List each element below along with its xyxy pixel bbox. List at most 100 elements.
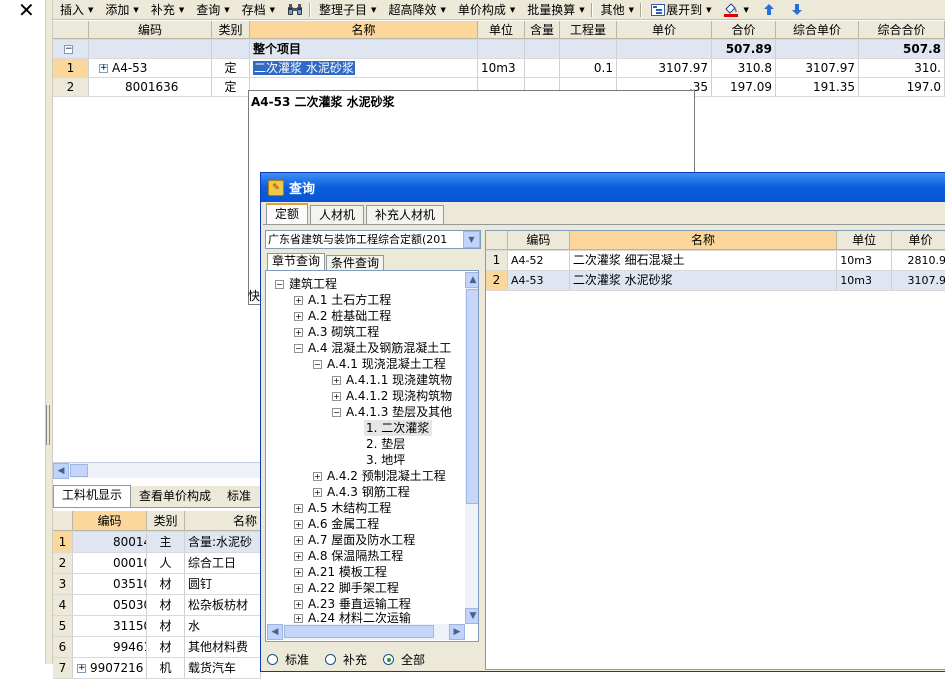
comp-total-cell[interactable]: 310. bbox=[859, 59, 945, 77]
move-up-button[interactable] bbox=[754, 1, 782, 19]
column-header-comprehensive-total[interactable]: 综合合价 bbox=[859, 21, 945, 39]
table-row[interactable]: 4 0503051 材 松杂板枋材 bbox=[53, 595, 261, 616]
table-row[interactable]: 6 9946131 材 其他材料费 bbox=[53, 637, 261, 658]
comp-price-cell[interactable]: 191.35 bbox=[776, 78, 859, 96]
tree-toggle-icon[interactable]: + bbox=[313, 472, 322, 481]
type-cell[interactable]: 定 bbox=[212, 78, 250, 96]
scroll-thumb[interactable] bbox=[284, 625, 434, 638]
unit-cell[interactable]: 10m3 bbox=[478, 59, 525, 77]
table-row[interactable]: 7 +9907216 机 载货汽车 bbox=[53, 658, 261, 679]
unit-cell[interactable]: 10m3 bbox=[837, 251, 893, 270]
type-cell[interactable]: 人 bbox=[147, 553, 185, 573]
expand-icon[interactable]: + bbox=[77, 664, 86, 673]
dialog-title-bar[interactable]: ✎ 查询 bbox=[261, 173, 945, 202]
tree-toggle-icon[interactable]: + bbox=[294, 614, 303, 623]
tree-node[interactable]: + A.4.2 预制混凝土工程 bbox=[313, 468, 446, 484]
name-cell[interactable]: 载货汽车 bbox=[185, 658, 261, 678]
quantity-cell[interactable]: 0.1 bbox=[560, 59, 617, 77]
column-header-code[interactable]: 编码 bbox=[507, 231, 570, 250]
tree-node[interactable]: − A.4 混凝土及钢筋混凝土工 bbox=[294, 340, 451, 356]
code-cell[interactable]: 8001491 bbox=[73, 532, 147, 552]
table-row[interactable]: 1 + A4-53 定 二次灌浆 水泥砂浆 10m3 0.1 3107.97 31… bbox=[53, 59, 945, 78]
tree-toggle-icon[interactable]: + bbox=[332, 392, 341, 401]
code-cell[interactable]: +9907216 bbox=[73, 658, 147, 678]
column-header-name[interactable]: 名称 bbox=[185, 511, 261, 531]
type-cell[interactable]: 材 bbox=[147, 616, 185, 636]
content-cell[interactable] bbox=[525, 59, 560, 77]
tab-quota[interactable]: 定额 bbox=[266, 203, 309, 225]
code-cell[interactable]: 8001636 bbox=[89, 78, 212, 96]
tree-toggle-icon[interactable]: + bbox=[294, 584, 303, 593]
panel-splitter[interactable] bbox=[45, 0, 53, 664]
table-row[interactable]: 1 8001491 主 含量:水泥砂 bbox=[53, 532, 261, 553]
tree-toggle-icon[interactable]: + bbox=[294, 504, 303, 513]
total-price-cell[interactable]: 197.09 bbox=[712, 78, 776, 96]
unit-price-cell[interactable]: 3107.97 bbox=[617, 59, 712, 77]
name-cell[interactable]: 综合工日 bbox=[185, 553, 261, 573]
type-cell[interactable]: 定 bbox=[212, 59, 250, 77]
tree-node[interactable]: − A.4.1.3 垫层及其他 bbox=[332, 404, 452, 420]
tree-node[interactable]: − 建筑工程 bbox=[275, 276, 337, 292]
tree-node[interactable]: + A.6 金属工程 bbox=[294, 516, 379, 532]
code-cell[interactable]: 0503051 bbox=[73, 595, 147, 615]
tree-vertical-scrollbar[interactable]: ▲ ▼ bbox=[465, 272, 478, 624]
expand-to-menu[interactable]: 展开到 ▼ bbox=[643, 1, 716, 19]
tree-toggle-icon[interactable]: + bbox=[294, 536, 303, 545]
table-row[interactable]: 1 A4-52 二次灌浆 细石混凝土 10m3 2810.9 bbox=[486, 251, 945, 271]
name-text-selected[interactable]: 二次灌浆 水泥砂浆 bbox=[253, 61, 355, 75]
close-icon[interactable]: ✕ bbox=[18, 0, 35, 22]
radio-dot[interactable] bbox=[325, 654, 337, 665]
tree-node[interactable]: + A.4.1.1 现浇建筑物 bbox=[332, 372, 452, 388]
tab-supplementary-resources[interactable]: 补充人材机 bbox=[366, 205, 445, 225]
radio-supplement[interactable]: 补充 bbox=[325, 651, 367, 668]
tree-node[interactable]: + A.21 模板工程 bbox=[294, 564, 387, 580]
table-row[interactable]: 3 0351021 材 圆钉 bbox=[53, 574, 261, 595]
column-header-type[interactable]: 类别 bbox=[147, 511, 185, 531]
code-cell[interactable]: 9946131 bbox=[73, 637, 147, 657]
tree-node[interactable]: + A.4.3 钢筋工程 bbox=[313, 484, 410, 500]
type-cell[interactable]: 主 bbox=[147, 532, 185, 552]
code-cell[interactable]: + A4-53 bbox=[89, 59, 212, 77]
quota-library-select[interactable]: 广东省建筑与装饰工程综合定额(201 bbox=[265, 230, 481, 249]
chevron-down-icon[interactable]: ▼ bbox=[463, 231, 480, 248]
tree-node[interactable]: + A.8 保温隔热工程 bbox=[294, 548, 403, 564]
code-cell[interactable]: A4-52 bbox=[508, 251, 570, 270]
batch-conversion-menu[interactable]: 批量换算 ▼ bbox=[520, 1, 589, 19]
insert-menu[interactable]: 插入 ▼ bbox=[53, 1, 98, 19]
column-header-code[interactable]: 编码 bbox=[73, 511, 147, 531]
tree-toggle-icon[interactable]: + bbox=[294, 520, 303, 529]
tree-node[interactable]: + A.7 屋面及防水工程 bbox=[294, 532, 415, 548]
scroll-right-icon[interactable]: ▶ bbox=[449, 624, 465, 640]
type-cell[interactable]: 机 bbox=[147, 658, 185, 678]
name-cell[interactable]: 水 bbox=[185, 616, 261, 636]
summary-row[interactable]: − 整个项目 507.89 507.8 bbox=[53, 40, 945, 59]
tree-node[interactable]: + A.22 脚手架工程 bbox=[294, 580, 399, 596]
column-header-content[interactable]: 含量 bbox=[525, 21, 560, 39]
splitter-grip[interactable] bbox=[46, 405, 50, 445]
tree-toggle-icon[interactable]: + bbox=[294, 328, 303, 337]
type-cell[interactable]: 材 bbox=[147, 574, 185, 594]
tree-node[interactable]: + A.4.1.2 现浇构筑物 bbox=[332, 388, 452, 404]
tree-toggle-icon[interactable]: − bbox=[275, 280, 284, 289]
unit-cell[interactable]: 10m3 bbox=[837, 271, 893, 290]
table-row[interactable]: 2 0001001 人 综合工日 bbox=[53, 553, 261, 574]
code-cell[interactable]: A4-53 bbox=[507, 271, 570, 290]
type-cell[interactable]: 材 bbox=[147, 595, 185, 615]
radio-all[interactable]: 全部 bbox=[383, 651, 425, 668]
column-header-unit[interactable]: 单位 bbox=[837, 231, 893, 250]
tab-condition-query[interactable]: 条件查询 bbox=[326, 255, 385, 271]
column-header-name[interactable]: 名称 bbox=[250, 21, 478, 39]
column-header-quantity[interactable]: 工程量 bbox=[560, 21, 617, 39]
move-down-button[interactable] bbox=[782, 1, 810, 19]
unit-price-cell[interactable]: 3107.9 bbox=[892, 271, 945, 290]
tree-horizontal-scrollbar[interactable]: ◀ ▶ bbox=[267, 624, 465, 640]
collapse-icon[interactable]: − bbox=[64, 45, 73, 54]
tab-standard[interactable]: 标准 bbox=[219, 487, 259, 507]
type-cell[interactable]: 材 bbox=[147, 637, 185, 657]
name-cell[interactable]: 二次灌浆 水泥砂浆 bbox=[250, 59, 478, 77]
radio-standard[interactable]: 标准 bbox=[267, 651, 309, 668]
scroll-thumb[interactable] bbox=[70, 464, 88, 477]
column-header-total-price[interactable]: 合价 bbox=[712, 21, 776, 39]
archive-menu[interactable]: 存档 ▼ bbox=[235, 1, 280, 19]
tree-toggle-icon[interactable]: + bbox=[294, 312, 303, 321]
